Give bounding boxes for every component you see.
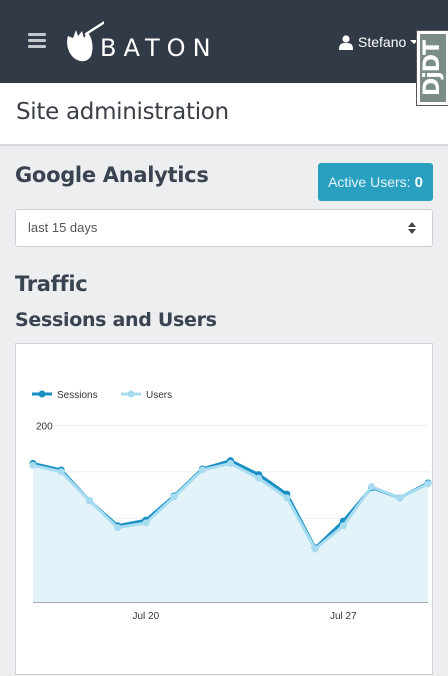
date-range-value: last 15 days — [28, 220, 98, 235]
users-point — [255, 474, 263, 482]
debug-toolbar-label: DjDT — [420, 40, 446, 96]
navbar: BATON Stefano — [0, 0, 448, 83]
users-point — [170, 493, 178, 501]
baton-hand-logo — [67, 20, 104, 62]
analytics-title: Google Analytics — [15, 163, 209, 187]
x-tick-label: Jul 20 — [133, 611, 160, 622]
page-title: Site administration — [16, 99, 229, 125]
legend-users-dot — [127, 390, 135, 398]
users-point — [29, 461, 37, 469]
users-point — [368, 483, 376, 491]
sessions-users-title: Sessions and Users — [15, 309, 217, 331]
chart-svg: 100200Jul 20Jul 27SessionsUsers — [29, 390, 432, 622]
users-point — [283, 494, 291, 502]
users-point — [424, 480, 432, 488]
active-users-label: Active Users: — [328, 174, 411, 190]
sessions-users-chart: 100200Jul 20Jul 27SessionsUsers — [15, 343, 433, 675]
legend-sessions-dot — [38, 390, 46, 398]
baton-logo[interactable]: BATON — [64, 14, 211, 66]
x-tick-label: Jul 27 — [330, 611, 357, 622]
users-point — [339, 522, 347, 530]
users-point — [227, 459, 234, 467]
active-users-count: 0 — [414, 173, 423, 191]
y-tick-label: 200 — [36, 421, 53, 432]
users-point — [57, 468, 65, 476]
title-bar: Site administration — [0, 83, 448, 146]
users-point — [114, 524, 122, 532]
user-icon — [339, 34, 353, 50]
users-point — [311, 545, 319, 553]
users-point — [198, 466, 206, 474]
users-point — [85, 497, 93, 505]
user-name: Stefano — [358, 34, 407, 50]
users-point — [396, 494, 404, 502]
debug-toolbar-handle[interactable]: DjDT — [416, 30, 448, 106]
traffic-title: Traffic — [15, 272, 88, 296]
users-point — [142, 519, 150, 527]
legend-users-label: Users — [146, 390, 172, 401]
brand-text: BATON — [100, 34, 218, 62]
hamburger-icon[interactable] — [28, 33, 46, 49]
users-area — [33, 463, 428, 602]
date-range-select[interactable]: last 15 days — [15, 209, 433, 247]
active-users-button[interactable]: Active Users: 0 — [318, 163, 433, 201]
select-arrows-icon — [408, 222, 416, 236]
legend-sessions-label: Sessions — [57, 390, 98, 401]
user-menu[interactable]: Stefano — [339, 32, 419, 52]
